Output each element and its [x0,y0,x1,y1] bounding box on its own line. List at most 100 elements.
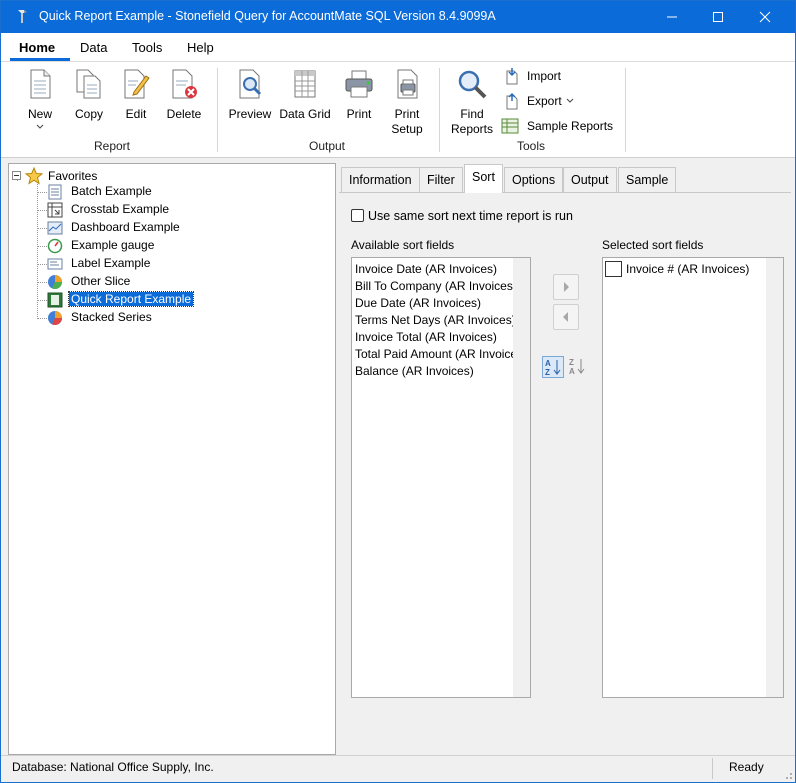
resize-grip-icon[interactable] [783,770,793,780]
ribbon-separator [439,68,440,152]
print-button[interactable]: Print [340,68,378,122]
delete-button[interactable]: Delete [165,68,203,122]
list-item[interactable]: Balance (AR Invoices) [355,364,474,381]
same-sort-checkbox[interactable]: Use same sort next time report is run [351,209,573,223]
add-sort-field-button[interactable] [553,274,579,300]
crosstab-report-icon [47,202,63,218]
status-separator [712,758,713,779]
sort-az-icon: A Z [545,359,561,377]
title-bar[interactable]: Quick Report Example - Stonefield Query … [1,1,795,33]
tree-item-other-slice[interactable]: Other Slice [47,273,197,291]
maximize-button[interactable] [695,1,741,33]
export-label: Export [527,94,562,108]
hammer-app-icon [18,10,27,23]
menu-bar: Home Data Tools Help [1,33,795,61]
menu-data[interactable]: Data [80,40,107,55]
tree-connector [37,182,38,319]
list-item[interactable]: Invoice Total (AR Invoices) [355,330,497,347]
selected-fields-label: Selected sort fields [602,238,704,252]
list-item[interactable]: Terms Net Days (AR Invoices) [355,313,516,330]
arrow-right-icon [564,282,569,292]
tree-item-label: Example gauge [71,238,155,252]
find-reports-button[interactable]: Find Reports [449,68,495,137]
new-label: New [27,107,52,121]
svg-text:A: A [569,367,575,376]
sample-reports-label: Sample Reports [527,119,614,133]
tab-output[interactable]: Output [563,167,617,192]
collapse-icon [12,171,21,180]
available-fields-list[interactable]: Invoice Date (AR Invoices) Bill To Compa… [351,257,531,698]
batch-report-icon [48,184,62,200]
available-fields-label: Available sort fields [351,238,455,252]
print-setup-button[interactable]: Print Setup [386,68,428,137]
menu-help[interactable]: Help [187,40,214,55]
vertical-scrollbar[interactable] [766,258,783,697]
tree-item-label-example[interactable]: Label Example [47,255,197,273]
edit-button[interactable]: Edit [119,68,153,122]
ready-status: Ready [729,760,764,774]
import-icon [506,68,518,85]
tree-connector [37,210,47,211]
print-setup-icon [397,69,418,99]
tree-item-label: Dashboard Example [71,220,180,234]
tab-options[interactable]: Options [504,167,564,192]
menu-tools[interactable]: Tools [132,40,162,55]
list-item[interactable]: Total Paid Amount (AR Invoices) [355,347,527,364]
list-item[interactable]: Invoice Date (AR Invoices) [355,262,497,279]
menu-home[interactable]: Home [19,40,55,55]
chevron-down-icon [566,98,574,103]
new-document-icon [30,69,51,99]
copy-button[interactable]: Copy [71,68,107,122]
tree-item-stacked-series[interactable]: Stacked Series [47,309,197,327]
export-icon [506,92,518,110]
selected-fields-list[interactable]: Invoice # (AR Invoices) [602,257,784,698]
data-grid-button[interactable]: Data Grid [278,68,332,122]
tab-filter[interactable]: Filter [419,167,463,192]
tree-item-example-gauge[interactable]: Example gauge [47,237,197,255]
field-checkbox[interactable] [605,261,622,277]
data-grid-icon [294,70,316,98]
tab-information[interactable]: Information [341,167,420,192]
vertical-scrollbar[interactable] [513,258,530,697]
checkbox-box[interactable] [351,209,364,222]
new-button[interactable]: New [21,68,59,130]
tree-item-crosstab-example[interactable]: Crosstab Example [47,201,207,219]
import-button[interactable]: Import [503,67,573,87]
edit-label: Edit [125,107,147,121]
delete-label: Delete [166,107,202,121]
arrow-left-icon [563,312,568,322]
sample-reports-button[interactable]: Sample Reports [501,117,616,137]
minimize-button[interactable] [649,1,695,33]
tree-item-dashboard-example[interactable]: Dashboard Example [47,219,217,237]
tree-connector [37,246,47,247]
tree-connector [37,264,47,265]
tab-sort[interactable]: Sort [464,164,503,193]
quick-report-icon [47,292,63,308]
tree-item-quick-report-example[interactable]: Quick Report Example [47,291,217,309]
ribbon-separator [625,68,626,152]
tab-sample[interactable]: Sample [618,167,677,192]
svg-text:A: A [545,359,551,368]
export-button[interactable]: Export [503,92,583,112]
sort-ascending-button[interactable]: A Z [542,356,564,378]
list-item[interactable]: Bill To Company (AR Invoices) [355,279,517,296]
list-item[interactable]: Due Date (AR Invoices) [355,296,481,313]
report-tabs-panel: Information Filter Sort Options Output S… [339,163,791,755]
gauge-icon [47,238,63,254]
svg-text:Z: Z [569,358,574,367]
tree-connector [37,228,47,229]
tree-connector [37,318,47,319]
report-tree[interactable]: Favorites Batch Example Crosstab Example… [8,163,336,755]
sample-reports-grid-icon [501,118,519,134]
chevron-down-icon [36,124,44,129]
output-group-label: Output [308,139,346,153]
selected-field-row[interactable]: Invoice # (AR Invoices) [605,261,749,279]
close-icon [759,11,771,23]
tree-item-batch-example[interactable]: Batch Example [47,183,187,201]
remove-sort-field-button[interactable] [553,304,579,330]
preview-button[interactable]: Preview [227,68,273,122]
ribbon-separator [217,68,218,152]
close-button[interactable] [742,1,788,33]
app-window: Quick Report Example - Stonefield Query … [0,0,796,783]
sort-descending-button[interactable]: Z A [567,356,589,378]
